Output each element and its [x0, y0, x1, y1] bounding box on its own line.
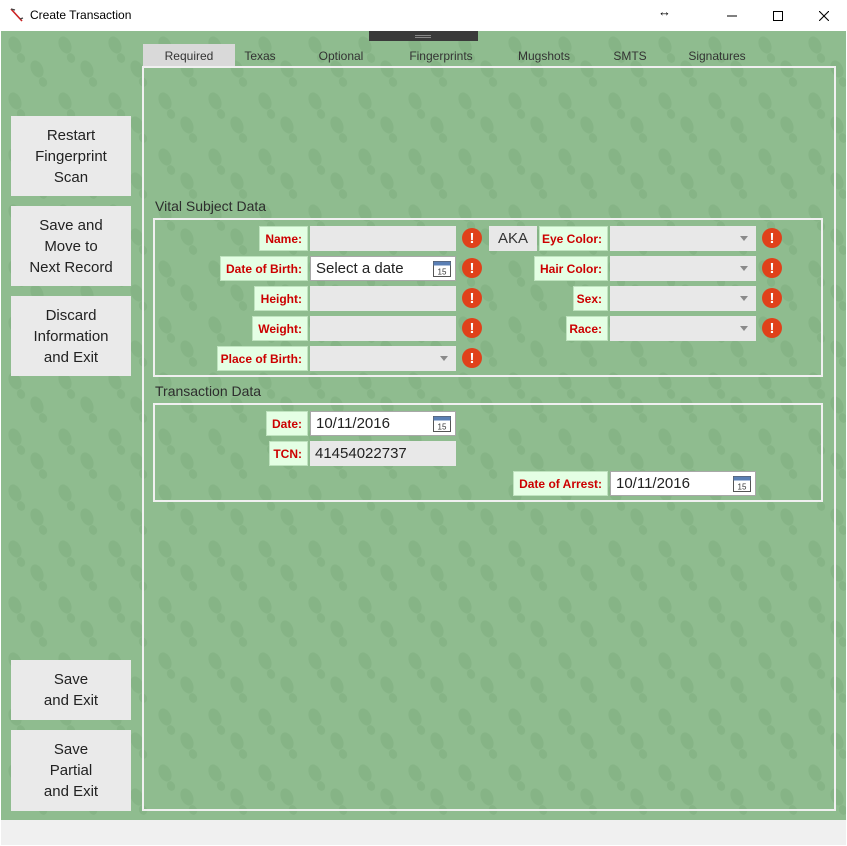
- dob-placeholder: Select a date: [316, 260, 404, 277]
- transaction-data-title: Transaction Data: [155, 383, 262, 399]
- save-move-next-button[interactable]: Save and Move to Next Record: [11, 206, 131, 286]
- date-of-arrest-value: 10/11/2016: [616, 475, 690, 492]
- title-bar: Create Transaction ↔: [0, 0, 847, 31]
- calendar-icon[interactable]: 15: [433, 260, 451, 277]
- close-button[interactable]: [801, 0, 847, 31]
- tab-optional[interactable]: Optional: [306, 44, 376, 67]
- window-title: Create Transaction: [30, 8, 132, 22]
- calendar-icon[interactable]: 15: [433, 415, 451, 432]
- calendar-day-text: 15: [438, 423, 447, 432]
- status-bar: [1, 820, 846, 845]
- tcn-label: TCN:: [269, 441, 308, 466]
- save-partial-exit-button[interactable]: Save Partial and Exit: [11, 730, 131, 811]
- date-label: Date:: [266, 411, 308, 436]
- dob-datepicker[interactable]: Select a date 15: [310, 256, 456, 281]
- tab-signatures[interactable]: Signatures: [677, 44, 757, 67]
- hair-color-label: Hair Color:: [534, 256, 608, 281]
- calendar-icon[interactable]: 15: [733, 475, 751, 492]
- calendar-day-text: 15: [738, 483, 747, 492]
- race-error-icon: !: [762, 318, 782, 338]
- date-datepicker[interactable]: 10/11/2016 15: [310, 411, 456, 436]
- maximize-icon: [773, 10, 783, 21]
- race-label: Race:: [566, 316, 608, 341]
- height-error-icon: !: [462, 288, 482, 308]
- sex-label: Sex:: [573, 286, 608, 311]
- pob-error-icon: !: [462, 348, 482, 368]
- minimize-icon: [727, 15, 737, 16]
- restart-fingerprint-button[interactable]: Restart Fingerprint Scan: [11, 116, 131, 196]
- chevron-down-icon: [740, 236, 748, 241]
- tab-required[interactable]: Required: [143, 44, 235, 67]
- pob-combobox[interactable]: [310, 346, 456, 371]
- close-icon: [819, 10, 829, 21]
- dob-error-icon: !: [462, 258, 482, 278]
- maximize-button[interactable]: [755, 0, 801, 31]
- name-label: Name:: [259, 226, 308, 251]
- weight-field[interactable]: [310, 316, 456, 341]
- height-label: Height:: [254, 286, 308, 311]
- tab-smts[interactable]: SMTS: [604, 44, 656, 67]
- eye-color-error-icon: !: [762, 228, 782, 248]
- name-error-icon: !: [462, 228, 482, 248]
- resize-icon: ↔: [658, 4, 671, 19]
- tab-mugshots[interactable]: Mugshots: [505, 44, 583, 67]
- height-field[interactable]: [310, 286, 456, 311]
- date-of-arrest-datepicker[interactable]: 10/11/2016 15: [610, 471, 756, 496]
- save-exit-button[interactable]: Save and Exit: [11, 660, 131, 720]
- chevron-down-icon: [440, 356, 448, 361]
- hair-color-error-icon: !: [762, 258, 782, 278]
- weight-label: Weight:: [252, 316, 308, 341]
- minimize-button[interactable]: [709, 0, 755, 31]
- race-combobox[interactable]: [610, 316, 756, 341]
- chevron-down-icon: [740, 266, 748, 271]
- vital-subject-title: Vital Subject Data: [155, 198, 267, 214]
- tcn-field[interactable]: 41454022737: [310, 441, 456, 466]
- sex-combobox[interactable]: [610, 286, 756, 311]
- tab-fingerprints[interactable]: Fingerprints: [398, 44, 484, 67]
- aka-button[interactable]: AKA: [489, 226, 537, 251]
- discard-exit-button[interactable]: Discard Information and Exit: [11, 296, 131, 376]
- name-field[interactable]: [310, 226, 456, 251]
- pob-label: Place of Birth:: [217, 346, 308, 371]
- chevron-down-icon: [740, 326, 748, 331]
- eye-color-combobox[interactable]: [610, 226, 756, 251]
- chevron-down-icon: [740, 296, 748, 301]
- tab-texas[interactable]: Texas: [235, 44, 285, 67]
- main-area: Restart Fingerprint Scan Save and Move t…: [1, 31, 846, 820]
- hair-color-combobox[interactable]: [610, 256, 756, 281]
- sex-error-icon: !: [762, 288, 782, 308]
- weight-error-icon: !: [462, 318, 482, 338]
- drag-grip[interactable]: [369, 31, 478, 41]
- dob-label: Date of Birth:: [220, 256, 308, 281]
- eye-color-label: Eye Color:: [539, 226, 608, 251]
- calendar-day-text: 15: [438, 268, 447, 277]
- date-of-arrest-label: Date of Arrest:: [513, 471, 608, 496]
- date-value: 10/11/2016: [316, 415, 390, 432]
- app-icon: [10, 8, 24, 22]
